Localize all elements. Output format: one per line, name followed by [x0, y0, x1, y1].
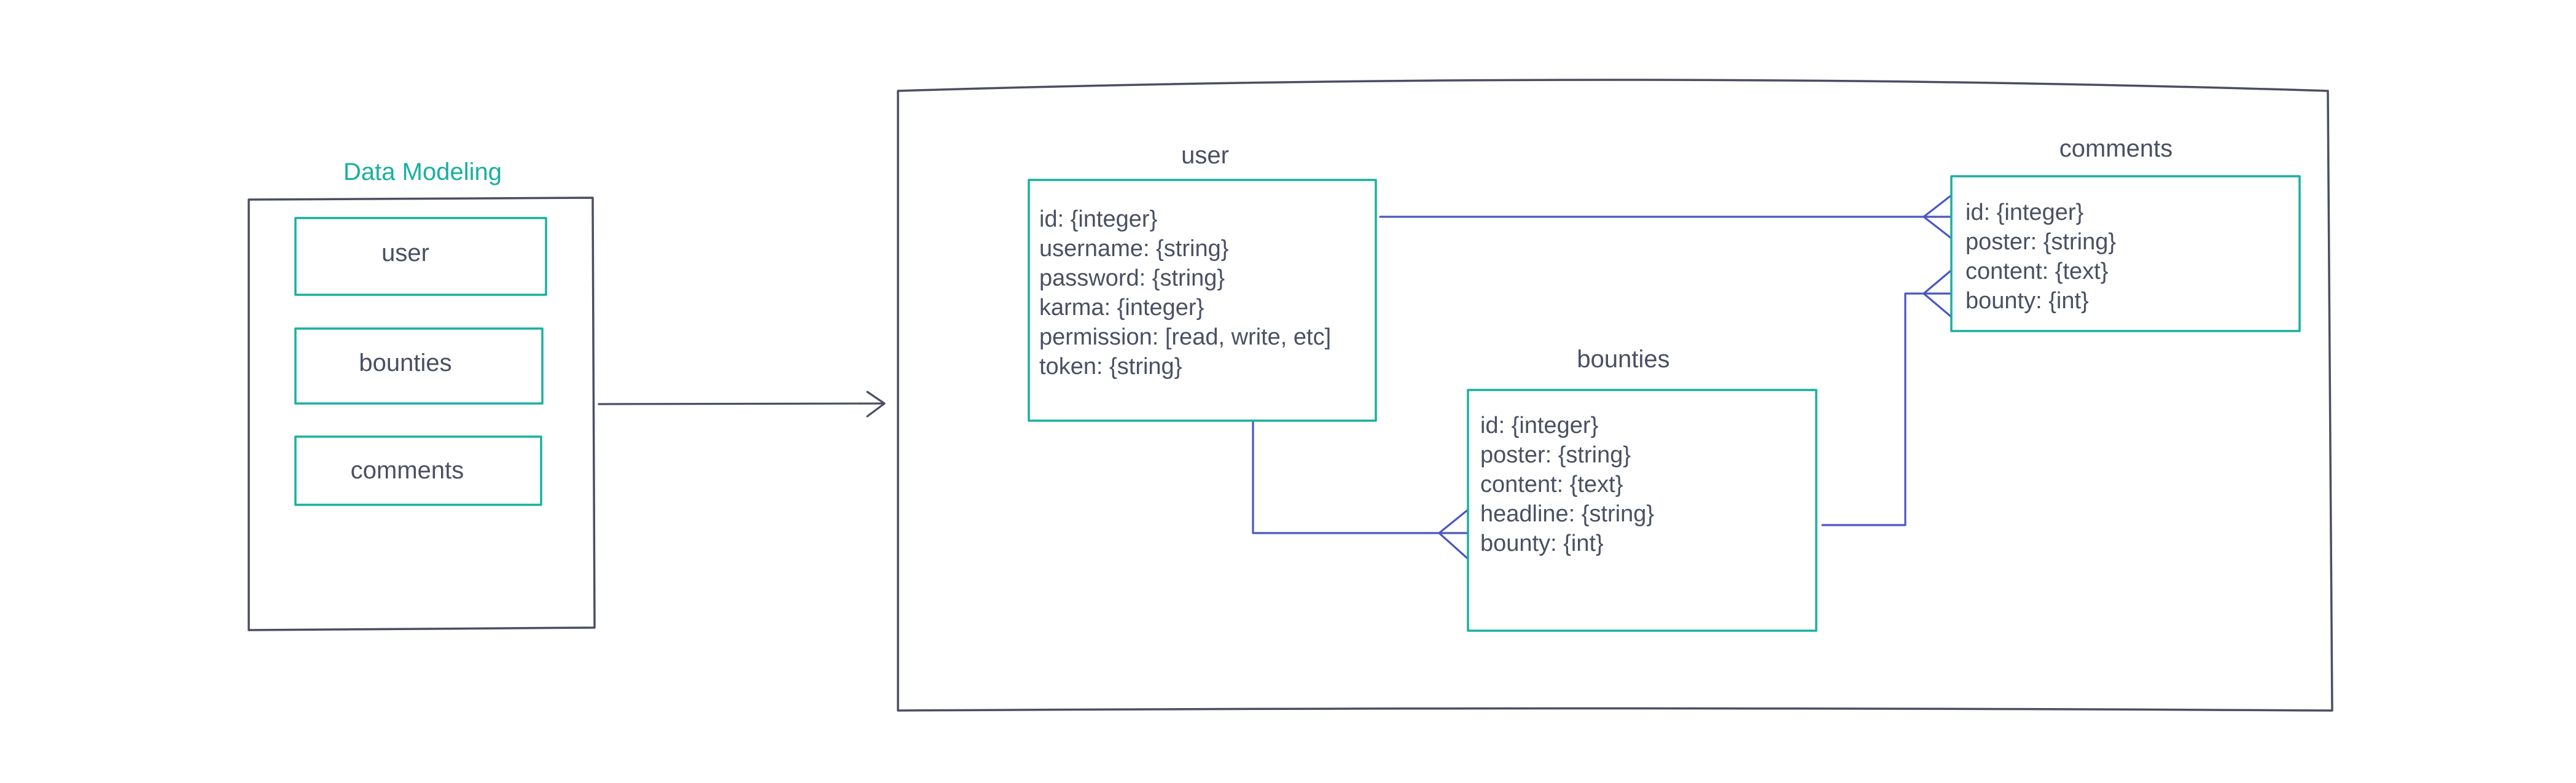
- relationship-user-comments: [1379, 194, 1953, 240]
- entity-field: bounty: {int}: [1480, 531, 1604, 556]
- diagram-canvas: Data Modeling user bounties comments use…: [248, 79, 2333, 712]
- sidebar-item-label: comments: [351, 457, 464, 484]
- entity-title: comments: [2059, 135, 2173, 162]
- entity-field: permission: [read, write, etc]: [1039, 324, 1331, 350]
- entity-field: id: {integer}: [1965, 200, 2083, 225]
- sidebar-item-bounties[interactable]: bounties: [294, 327, 544, 405]
- panel-title: Data Modeling: [343, 158, 502, 185]
- entity-field: content: {text}: [1480, 472, 1623, 497]
- entity-field: bounty: {int}: [1965, 288, 2089, 314]
- sidebar-item-comments[interactable]: comments: [294, 435, 542, 506]
- sidebar-item-user[interactable]: user: [294, 217, 547, 296]
- entity-field: content: {text}: [1965, 259, 2108, 284]
- entity-comments[interactable]: comments id: {integer} poster: {string} …: [1950, 135, 2301, 332]
- entity-title: user: [1181, 142, 1229, 169]
- relationship-user-bounties: [1252, 419, 1469, 560]
- entity-field: karma: {integer}: [1039, 295, 1204, 321]
- expand-arrow: [598, 391, 886, 418]
- sidebar-item-label: bounties: [359, 349, 451, 376]
- entity-field: username: {string}: [1039, 236, 1228, 262]
- data-modeling-panel: Data Modeling user bounties comments: [248, 158, 596, 631]
- relationship-bounties-comments: [1821, 269, 1953, 526]
- entity-bounties[interactable]: bounties id: {integer} poster: {string} …: [1467, 346, 1817, 632]
- entity-field: poster: {string}: [1965, 229, 2116, 255]
- entity-field: password: {string}: [1039, 265, 1225, 291]
- entity-field: id: {integer}: [1480, 413, 1598, 438]
- entity-title: bounties: [1577, 346, 1669, 373]
- sidebar-item-label: user: [381, 240, 429, 267]
- entity-field: token: {string}: [1039, 354, 1182, 380]
- detail-frame: [897, 79, 2333, 712]
- entity-field: poster: {string}: [1480, 442, 1631, 468]
- entity-field: headline: {string}: [1480, 501, 1654, 527]
- entity-field: id: {integer}: [1039, 206, 1157, 232]
- entity-user[interactable]: user id: {integer} username: {string} pa…: [1028, 142, 1377, 422]
